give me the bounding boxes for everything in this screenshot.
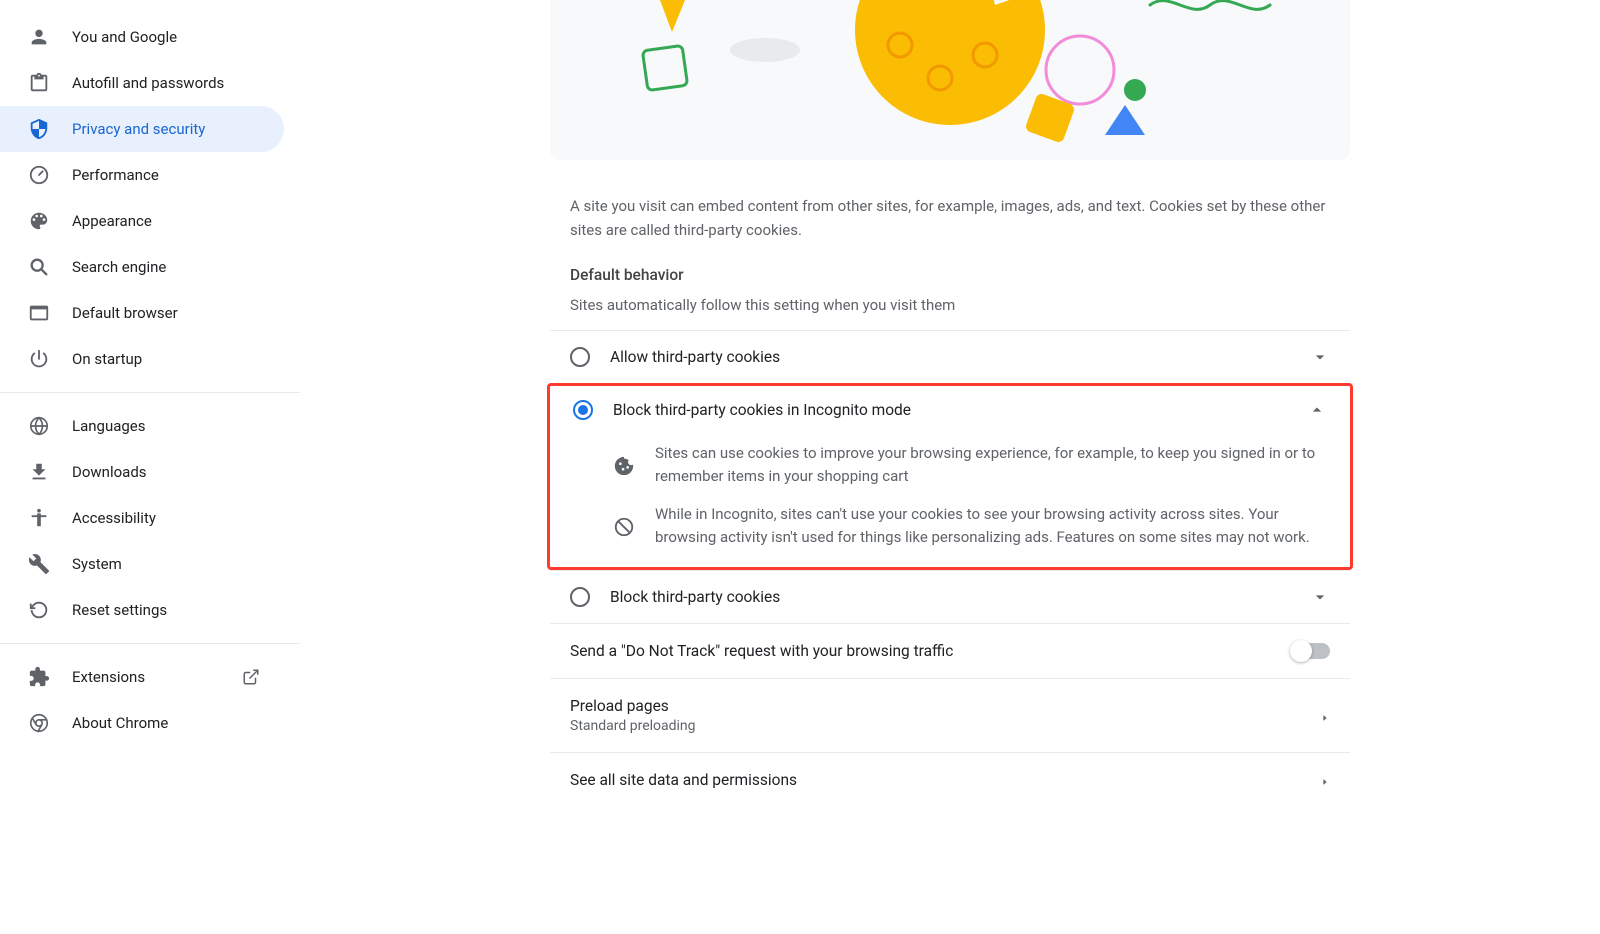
detail-text: While in Incognito, sites can't use your… [655,503,1327,550]
content-panel: A site you visit can embed content from … [550,0,1350,934]
default-behavior-heading: Default behavior [550,266,1350,288]
chevron-down-icon[interactable] [1310,587,1330,607]
clipboard-icon [28,72,50,94]
arrow-right-icon [1320,775,1330,785]
sidebar-item-default-browser[interactable]: Default browser [0,290,284,336]
sidebar-item-appearance[interactable]: Appearance [0,198,284,244]
chrome-icon [28,712,50,734]
cookie-icon [613,455,635,477]
setting-sub: Standard preloading [570,718,1312,734]
option-expanded-details: Sites can use cookies to improve your br… [553,436,1347,567]
option-label: Block third-party cookies in Incognito m… [613,401,1287,419]
sidebar-item-about[interactable]: About Chrome [0,700,284,746]
sidebar-section-secondary: Languages Downloads Accessibility System… [0,403,300,644]
detail-row-cookie: Sites can use cookies to improve your br… [613,442,1327,489]
search-icon [28,256,50,278]
restore-icon [28,599,50,621]
download-icon [28,461,50,483]
sidebar-item-label: Default browser [72,304,178,322]
globe-icon [28,415,50,437]
sidebar-item-search-engine[interactable]: Search engine [0,244,284,290]
sidebar-item-accessibility[interactable]: Accessibility [0,495,284,541]
wrench-icon [28,553,50,575]
sidebar-item-label: Languages [72,417,146,435]
setting-title: Preload pages [570,697,1312,715]
option-block-incognito[interactable]: Block third-party cookies in Incognito m… [553,386,1347,436]
detail-row-block: While in Incognito, sites can't use your… [613,503,1327,550]
option-label: Allow third-party cookies [610,348,1290,366]
speedometer-icon [28,164,50,186]
extension-icon [28,666,50,688]
cookies-description: A site you visit can embed content from … [550,184,1350,266]
sidebar-item-languages[interactable]: Languages [0,403,284,449]
browser-icon [28,302,50,324]
default-behavior-sub: Sites automatically follow this setting … [550,288,1350,330]
sidebar-item-label: System [72,555,122,573]
option-block-incognito-highlighted: Block third-party cookies in Incognito m… [547,383,1353,570]
sidebar-item-label: On startup [72,350,142,368]
option-allow-third-party[interactable]: Allow third-party cookies [550,330,1350,383]
chevron-down-icon[interactable] [1310,347,1330,367]
sidebar-item-label: Performance [72,166,159,184]
sidebar-item-system[interactable]: System [0,541,284,587]
sidebar-item-label: Accessibility [72,509,156,527]
option-block-third-party[interactable]: Block third-party cookies [550,570,1350,623]
accessibility-icon [28,507,50,529]
sidebar-item-label: About Chrome [72,714,168,732]
sidebar-item-label: Extensions [72,668,145,686]
setting-do-not-track[interactable]: Send a "Do Not Track" request with your … [550,623,1350,678]
sidebar-item-label: Privacy and security [72,120,205,138]
block-icon [613,516,635,538]
sidebar-item-label: Downloads [72,463,147,481]
sidebar-item-downloads[interactable]: Downloads [0,449,284,495]
sidebar-item-on-startup[interactable]: On startup [0,336,284,382]
radio-unselected[interactable] [570,587,590,607]
sidebar-item-privacy[interactable]: Privacy and security [0,106,284,152]
chevron-up-icon[interactable] [1307,400,1327,420]
person-icon [28,26,50,48]
sidebar-item-reset[interactable]: Reset settings [0,587,284,633]
sidebar-item-you-and-google[interactable]: You and Google [0,14,284,60]
option-label: Block third-party cookies [610,588,1290,606]
main-content: A site you visit can embed content from … [300,0,1600,934]
sidebar-item-autofill[interactable]: Autofill and passwords [0,60,284,106]
open-in-new-icon [242,668,260,686]
sidebar-section-main: You and Google Autofill and passwords Pr… [0,14,300,393]
sidebar: You and Google Autofill and passwords Pr… [0,0,300,934]
power-icon [28,348,50,370]
shield-icon [28,118,50,140]
sidebar-item-label: Autofill and passwords [72,74,224,92]
sidebar-item-label: You and Google [72,28,177,46]
sidebar-item-performance[interactable]: Performance [0,152,284,198]
radio-selected[interactable] [573,400,593,420]
arrow-right-icon [1320,711,1330,721]
detail-text: Sites can use cookies to improve your br… [655,442,1327,489]
setting-title: See all site data and permissions [570,771,1312,789]
sidebar-item-label: Search engine [72,258,166,276]
sidebar-item-label: Appearance [72,212,152,230]
toggle-off[interactable] [1292,643,1330,659]
setting-see-all-site-data[interactable]: See all site data and permissions [550,752,1350,807]
setting-preload-pages[interactable]: Preload pages Standard preloading [550,678,1350,752]
sidebar-item-extensions[interactable]: Extensions [0,654,284,700]
sidebar-section-footer: Extensions About Chrome [0,654,300,756]
palette-icon [28,210,50,232]
cookie-hero-graphic [550,0,1350,160]
sidebar-item-label: Reset settings [72,601,167,619]
setting-title: Send a "Do Not Track" request with your … [570,642,1292,660]
radio-unselected[interactable] [570,347,590,367]
